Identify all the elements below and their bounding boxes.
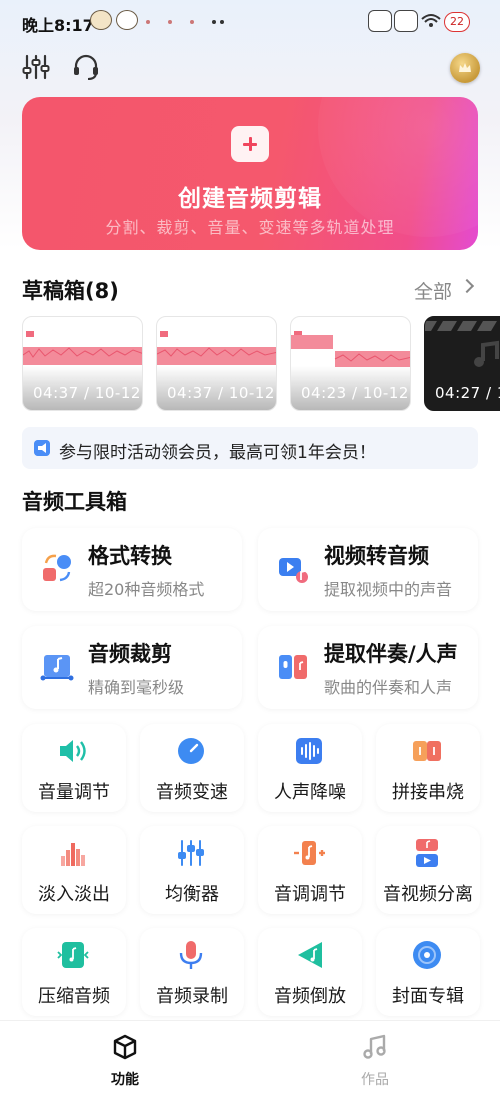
splice-icon (413, 741, 441, 761)
tool-cover-album[interactable]: 封面专辑 (376, 928, 480, 1016)
sliders-icon[interactable] (21, 52, 51, 82)
megaphone-icon (34, 440, 50, 456)
bottom-nav: 功能 作品 (0, 1020, 500, 1097)
video-to-audio-icon (279, 558, 308, 583)
status-sticker-icon (368, 10, 392, 32)
pitch-icon (294, 841, 325, 865)
create-audio-edit-button[interactable]: 创建音频剪辑 分割、裁剪、音量、变速等多轨道处理 (22, 97, 478, 250)
status-sticker-icon (394, 10, 418, 32)
tool-compress[interactable]: 压缩音频 (22, 928, 126, 1016)
notification-icon (190, 20, 194, 24)
tool-label: 封面专辑 (392, 986, 464, 1007)
tool-title: 视频转音频 (324, 544, 429, 568)
tool-volume[interactable]: 音量调节 (22, 724, 126, 812)
create-title: 创建音频剪辑 (178, 186, 322, 212)
draft-item[interactable]: 04:27 / 10-12 (424, 316, 500, 411)
notification-icon (146, 20, 150, 24)
tool-label: 音调调节 (274, 884, 346, 905)
tool-reverse[interactable]: 音频倒放 (258, 928, 362, 1016)
tool-label: 压缩音频 (38, 986, 110, 1007)
extract-vocal-icon (279, 655, 307, 679)
tool-title: 音频裁剪 (88, 642, 172, 666)
tool-denoise[interactable]: 人声降噪 (258, 724, 362, 812)
tool-title: 格式转换 (88, 544, 172, 568)
cube-icon (113, 1034, 137, 1060)
tool-label: 音频录制 (156, 986, 228, 1007)
tool-extract-vocal[interactable]: 提取伴奏/人声 歌曲的伴奏和人声 (258, 626, 478, 709)
tool-equalizer[interactable]: 均衡器 (140, 826, 244, 914)
promo-text: 参与限时活动领会员，最高可领1年会员！ (59, 443, 376, 463)
waveform-thumbnail (23, 329, 142, 371)
drafts-all-link[interactable]: 全部 (414, 277, 452, 304)
tool-label: 音频变速 (156, 782, 228, 803)
audio-trim-icon (40, 655, 74, 681)
tool-label: 淡入淡出 (38, 884, 110, 905)
nav-functions[interactable]: 功能 (85, 1029, 165, 1091)
nav-label: 功能 (111, 1072, 139, 1088)
tool-speed[interactable]: 音频变速 (140, 724, 244, 812)
tool-subtitle: 超20种音频格式 (88, 580, 205, 599)
tool-subtitle: 精确到毫秒级 (88, 678, 185, 697)
compress-icon (57, 942, 89, 968)
tool-label: 均衡器 (165, 884, 219, 905)
tool-record[interactable]: 音频录制 (140, 928, 244, 1016)
av-separate-icon (416, 839, 438, 867)
battery-indicator: 22 (444, 12, 470, 32)
music-note-icon (363, 1034, 386, 1059)
disc-icon (413, 941, 441, 969)
nav-label: 作品 (361, 1072, 389, 1088)
more-dot-icon (212, 20, 216, 24)
draft-time: 04:27 / 10-12 (435, 384, 500, 402)
volume-icon (60, 740, 86, 762)
equalizer-icon (178, 840, 204, 866)
draft-time: 04:37 / 10-12 (33, 384, 141, 402)
draft-item[interactable]: 04:23 / 10-12 (290, 316, 411, 411)
tool-subtitle: 提取视频中的声音 (324, 580, 453, 599)
promo-banner[interactable]: 参与限时活动领会员，最高可领1年会员！ (22, 427, 478, 469)
tool-subtitle: 歌曲的伴奏和人声 (324, 678, 453, 697)
tool-title: 提取伴奏/人声 (324, 642, 458, 666)
create-subtitle: 分割、裁剪、音量、变速等多轨道处理 (105, 218, 395, 237)
tool-label: 音量调节 (38, 782, 110, 803)
format-convert-icon (43, 554, 71, 582)
chevron-right-icon[interactable] (459, 278, 475, 294)
reverse-play-icon (298, 942, 322, 968)
tool-audio-trim[interactable]: 音频裁剪 精确到毫秒级 (22, 626, 242, 709)
tool-av-separate[interactable]: 音视频分离 (376, 826, 480, 914)
vip-crown-icon[interactable] (450, 53, 480, 83)
plus-icon (231, 126, 269, 162)
draft-time: 04:23 / 10-12 (301, 384, 409, 402)
wifi-icon (421, 14, 441, 27)
tool-label: 拼接串烧 (392, 782, 464, 803)
draft-item[interactable]: 04:37 / 10-12 (156, 316, 277, 411)
tool-format-convert[interactable]: 格式转换 超20种音频格式 (22, 528, 242, 611)
tool-label: 人声降噪 (274, 782, 346, 803)
drafts-list[interactable]: 04:37 / 10-12 04:37 / 10-12 04:23 / 10-1… (22, 316, 500, 412)
draft-time: 04:37 / 10-12 (167, 384, 275, 402)
drafts-title: 草稿箱(8) (22, 279, 119, 303)
tool-pitch[interactable]: 音调调节 (258, 826, 362, 914)
status-bar: 晚上8:17 22 (0, 0, 500, 44)
nav-works[interactable]: 作品 (335, 1029, 415, 1091)
denoise-icon (296, 738, 322, 764)
draft-item[interactable]: 04:37 / 10-12 (22, 316, 143, 411)
tool-label: 音频倒放 (274, 986, 346, 1007)
microphone-icon (179, 941, 203, 969)
headset-icon[interactable] (71, 52, 101, 82)
notification-emoji-icon (90, 10, 112, 30)
status-time: 晚上8:17 (22, 16, 94, 35)
notification-icon (168, 20, 172, 24)
waveform-thumbnail (157, 329, 276, 371)
tool-fade[interactable]: 淡入淡出 (22, 826, 126, 914)
more-dot-icon (220, 20, 224, 24)
waveform-thumbnail (291, 329, 410, 371)
notification-emoji-icon (116, 10, 138, 30)
speed-icon (178, 738, 204, 764)
tool-video-to-audio[interactable]: 视频转音频 提取视频中的声音 (258, 528, 478, 611)
fade-icon (61, 843, 85, 866)
tool-splice[interactable]: 拼接串烧 (376, 724, 480, 812)
tool-label: 音视频分离 (383, 884, 473, 905)
toolbox-title: 音频工具箱 (22, 490, 127, 514)
